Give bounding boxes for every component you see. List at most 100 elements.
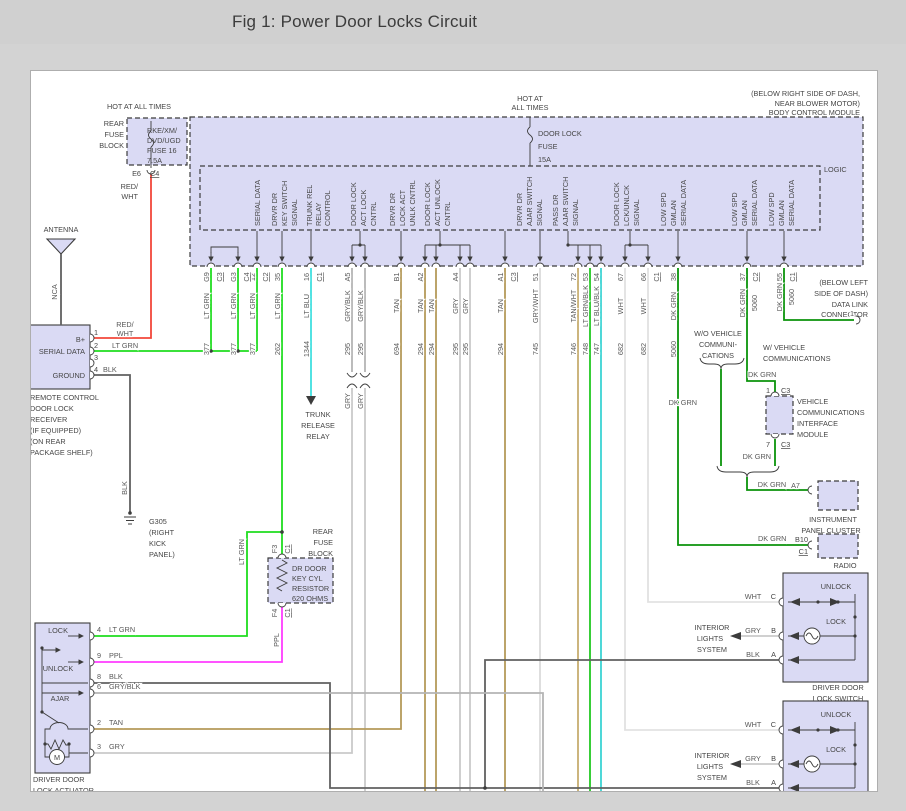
actuator-name-1: LOCK ACTUATOR bbox=[33, 786, 94, 791]
actuator-pins-5-0: 3 bbox=[97, 742, 101, 751]
bcm-pin_labels-2-1: RELAY bbox=[314, 202, 323, 226]
switch-pins-2-1: BLK bbox=[746, 778, 760, 787]
actuator-pins-2-1: BLK bbox=[109, 672, 123, 681]
bcm-hot-0: HOT AT bbox=[517, 94, 543, 103]
fuse1-pin: E6 bbox=[132, 169, 141, 178]
bcm-wires-17-circuit: 682 bbox=[616, 343, 625, 355]
bcm-pins-5: A5 bbox=[343, 273, 352, 282]
bcm-pin_labels-3-0: DOOR LOCK bbox=[349, 182, 358, 226]
bcm-pins-14: 67 bbox=[616, 273, 625, 281]
actuator-positions-1: UNLOCK bbox=[43, 664, 74, 673]
bcm-wires-6-color: GRY/BLK bbox=[356, 290, 365, 322]
actuator-pins-4-0: 2 bbox=[97, 718, 101, 727]
switch2-connectors bbox=[779, 726, 783, 791]
receiver-pins-3: 4 bbox=[94, 365, 98, 374]
bcm-pin-connector bbox=[743, 263, 751, 267]
comms-w-0: W/ VEHICLE bbox=[763, 343, 805, 352]
resistor-out_color: PPL bbox=[272, 633, 281, 647]
bcm-pin-connector bbox=[234, 263, 242, 267]
fuse1-lines-2: FUSE 16 bbox=[147, 146, 177, 155]
trunk_relay-1: RELEASE bbox=[301, 421, 335, 430]
bcm-wires-6-circuit: 295 bbox=[356, 343, 365, 355]
receiver-name-4: (ON REAR bbox=[31, 437, 66, 446]
bcm-wires-12-color: TAN bbox=[496, 299, 505, 313]
fuse1-lines-1: DVD/UGD bbox=[147, 136, 181, 145]
bcm-splice_label: GRY bbox=[343, 393, 352, 409]
splice-icon bbox=[347, 373, 357, 388]
ground-name-0: G305 bbox=[149, 517, 167, 526]
bcm-pin-connector bbox=[466, 263, 474, 267]
bcm-wires-17-color: WHT bbox=[616, 297, 625, 314]
comms-wo-0: W/O VEHICLE bbox=[694, 329, 742, 338]
receiver-name-0: REMOTE CONTROL bbox=[31, 393, 99, 402]
bcm-pin_labels-10-0: LOW SPD bbox=[730, 192, 739, 226]
page-title: Fig 1: Power Door Locks Circuit bbox=[232, 12, 477, 32]
receiver-w1-0: RED/ bbox=[116, 320, 134, 329]
vcim-name-2: INTERFACE bbox=[797, 419, 838, 428]
ajar-wire bbox=[94, 693, 543, 791]
comms-dk: DK GRN bbox=[669, 398, 697, 407]
receiver-name-2: RECEIVER bbox=[31, 415, 67, 424]
actuator-pins-4-1: TAN bbox=[109, 718, 123, 727]
radio-conn: C1 bbox=[799, 547, 808, 556]
comms-dk: DK GRN bbox=[758, 480, 786, 489]
receiver-rows-1: SERIAL DATA bbox=[39, 347, 85, 356]
wiring-diagram: HOT AT ALL TIMESREARFUSEBLOCKRKE/XM/DVD/… bbox=[31, 71, 877, 791]
bcm-location-0: (BELOW RIGHT SIDE OF DASH, bbox=[751, 89, 860, 98]
bcm-wires-4-circuit: 1344 bbox=[302, 341, 311, 357]
switch-interior-0: INTERIOR bbox=[695, 751, 730, 760]
switch-name-1: LOCK SWITCH bbox=[813, 694, 864, 703]
actuator-positions-2: AJAR bbox=[51, 694, 70, 703]
bcm-pin-connector bbox=[432, 263, 440, 267]
antenna-icon bbox=[47, 239, 75, 254]
bcm-pin-connector bbox=[780, 263, 788, 267]
comms-dk: DK GRN bbox=[748, 370, 776, 379]
bcm-pin-connector bbox=[307, 263, 315, 267]
fuse1-hot: HOT AT ALL TIMES bbox=[107, 102, 171, 111]
vcim-box bbox=[766, 396, 793, 434]
receiver-name-3: (IF EQUIPPED) bbox=[31, 426, 81, 435]
bcm-pins-13: 54 bbox=[592, 273, 601, 281]
antenna-name: ANTENNA bbox=[44, 225, 79, 234]
radio-pin: B10 bbox=[795, 535, 808, 544]
bcm-wires-20-circuit: 5060 bbox=[750, 295, 759, 311]
receiver-w1-1: WHT bbox=[117, 329, 134, 338]
bcm-pin-connector bbox=[621, 263, 629, 267]
switch-name-0: DRIVER DOOR bbox=[812, 683, 864, 692]
bcm-wires-20-color: DK GRN bbox=[738, 289, 747, 317]
bcm-pin-connector bbox=[536, 263, 544, 267]
actuator-positions-0: LOCK bbox=[48, 626, 68, 635]
receiver-pins-0: 1 bbox=[94, 328, 98, 337]
switch-pins-2-0: A bbox=[771, 650, 776, 659]
actuator-pins-2-0: 8 bbox=[97, 672, 101, 681]
bcm-pin_labels-6-1: AJAR SWITCH bbox=[525, 177, 534, 226]
bcm-pins-11: 72 bbox=[569, 273, 578, 281]
bcm-pin-connector bbox=[253, 263, 261, 267]
bcm-pin_labels-2-2: CONTROL bbox=[323, 190, 332, 226]
resistor-pin_bot: F4 bbox=[270, 609, 279, 618]
bcm-wires-21-circuit: 5060 bbox=[787, 289, 796, 305]
bcm-pin_labels-7-2: SIGNAL bbox=[571, 199, 580, 226]
bcm-fuse-1: FUSE bbox=[538, 142, 558, 151]
bcm-pin-connector bbox=[348, 263, 356, 267]
switch-pins-0-1: WHT bbox=[745, 720, 762, 729]
receiver-w2: LT GRN bbox=[112, 341, 138, 350]
switch-pins-0-1: WHT bbox=[745, 592, 762, 601]
switch-pins-1-1: GRY bbox=[745, 754, 761, 763]
bcm-pin_labels-1-2: SIGNAL bbox=[290, 199, 299, 226]
switch-pins-1-1: GRY bbox=[745, 626, 761, 635]
switch-lock: LOCK bbox=[826, 617, 846, 626]
switch-pins-2-0: A bbox=[771, 778, 776, 787]
bcm-pin_labels-4-1: LOCK ACT bbox=[398, 189, 407, 226]
bcm-pin_labels-3-1: ACT LOCK bbox=[359, 190, 368, 226]
fuse1-block-2: BLOCK bbox=[99, 141, 124, 150]
resistor-block-2: BLOCK bbox=[308, 549, 333, 558]
junction-dots bbox=[209, 243, 631, 789]
bcm-pin_labels-1-1: KEY SWITCH bbox=[280, 181, 289, 226]
vcim-pin_bot: 7 bbox=[766, 440, 770, 449]
bcm-pin_labels-1-0: DRVR DR bbox=[270, 193, 279, 226]
ground-name-3: PANEL) bbox=[149, 550, 175, 559]
bcm-name: BODY CONTROL MODULE bbox=[769, 108, 860, 117]
comms-wo-1: COMMUNI- bbox=[699, 340, 738, 349]
actuator-connectors bbox=[90, 632, 94, 757]
